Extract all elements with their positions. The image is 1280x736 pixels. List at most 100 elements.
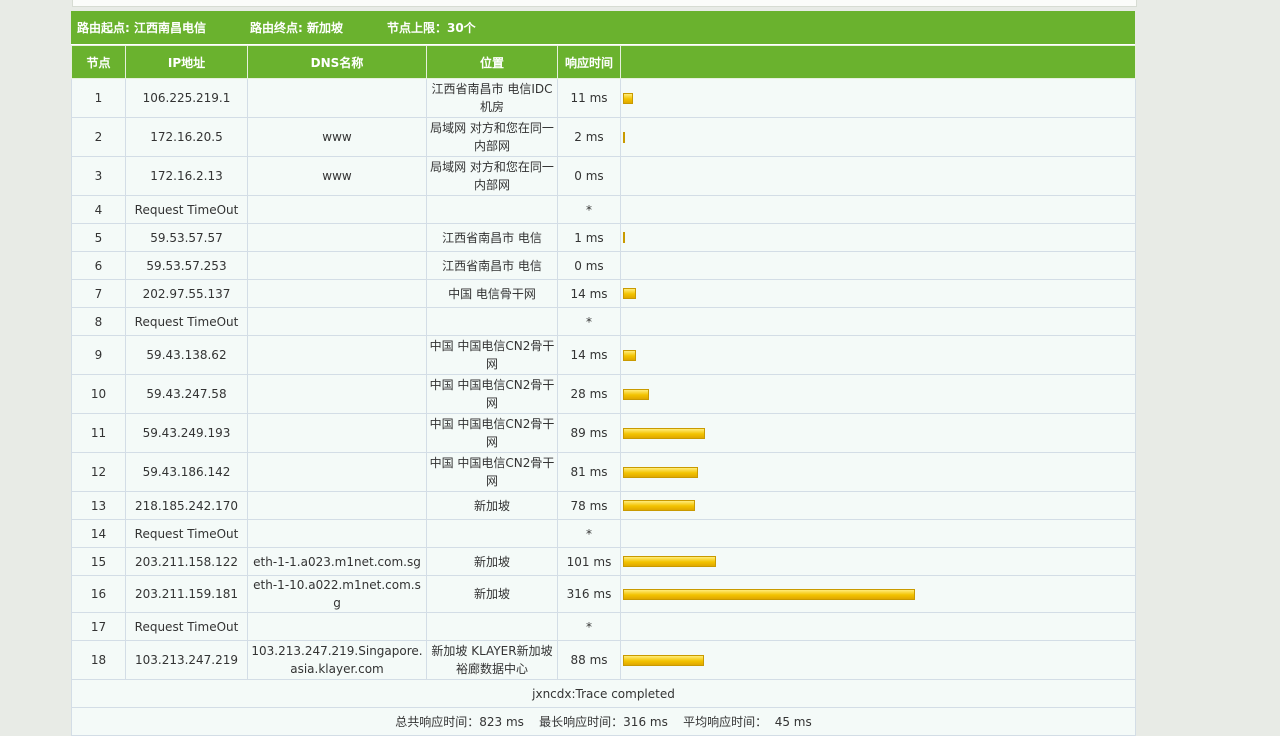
cell-location: 新加坡 [426,575,558,613]
cell-dns [247,413,427,453]
cell-ip: 202.97.55.137 [125,279,248,308]
cell-latency-bar [620,78,1136,118]
col-header-location: 位置 [426,45,558,79]
cell-dns: 103.213.247.219.Singapore.asia.klayer.co… [247,640,427,680]
table-row: 18 103.213.247.219 103.213.247.219.Singapo… [71,640,1136,680]
cell-dns [247,335,427,375]
cell-latency-bar [620,251,1136,280]
table-row: 6 59.53.57.253 江西省南昌市 电信 0 ms [71,251,1136,280]
cell-dns: eth-1-10.a022.m1net.com.sg [247,575,427,613]
cell-location [426,307,558,336]
cell-latency-bar [620,519,1136,548]
cell-location: 中国 电信骨干网 [426,279,558,308]
cell-node: 9 [71,335,126,375]
cell-location: 中国 中国电信CN2骨干网 [426,335,558,375]
cell-node: 17 [71,612,126,641]
cell-latency-bar [620,117,1136,157]
trace-status: jxncdx:Trace completed [71,679,1136,708]
cell-time: * [557,519,621,548]
table-row: 17 Request TimeOut * [71,612,1136,641]
cell-node: 3 [71,156,126,196]
cell-location: 江西省南昌市 电信 [426,223,558,252]
cell-location: 中国 中国电信CN2骨干网 [426,374,558,414]
col-header-ip: IP地址 [125,45,248,79]
previous-panel-edge [72,0,1137,7]
cell-dns [247,223,427,252]
cell-location: 局域网 对方和您在同一内部网 [426,117,558,157]
cell-node: 7 [71,279,126,308]
cell-latency-bar [620,223,1136,252]
table-row: 7 202.97.55.137 中国 电信骨干网 14 ms [71,279,1136,308]
table-header-row: 节点 IP地址 DNS名称 位置 响应时间 [71,45,1136,79]
cell-dns: www [247,117,427,157]
cell-latency-bar [620,640,1136,680]
cell-node: 6 [71,251,126,280]
cell-dns [247,251,427,280]
cell-latency-bar [620,156,1136,196]
cell-dns [247,279,427,308]
cell-dns: eth-1-1.a023.m1net.com.sg [247,547,427,576]
cell-time: 28 ms [557,374,621,414]
summary-row: 总共响应时间：823 ms 最长响应时间：316 ms 平均响应时间： 45 m… [71,707,1136,736]
table-row: 8 Request TimeOut * [71,307,1136,336]
response-summary: 总共响应时间：823 ms 最长响应时间：316 ms 平均响应时间： 45 m… [71,707,1136,736]
cell-node: 13 [71,491,126,520]
cell-location: 江西省南昌市 电信IDC机房 [426,78,558,118]
cell-dns [247,519,427,548]
cell-ip: 59.53.57.57 [125,223,248,252]
cell-ip: 218.185.242.170 [125,491,248,520]
cell-node: 16 [71,575,126,613]
cell-location: 中国 中国电信CN2骨干网 [426,452,558,492]
cell-dns [247,452,427,492]
cell-latency-bar [620,452,1136,492]
cell-time: * [557,612,621,641]
route-destination: 路由终点: 新加坡 [249,21,343,35]
table-row: 11 59.43.249.193 中国 中国电信CN2骨干网 89 ms [71,413,1136,453]
cell-latency-bar [620,612,1136,641]
cell-ip: 203.211.158.122 [125,547,248,576]
cell-location [426,612,558,641]
node-limit: 节点上限：30个 [386,21,476,35]
latency-bar [623,92,633,104]
table-row: 15 203.211.158.122 eth-1-1.a023.m1net.com.… [71,547,1136,576]
cell-ip: Request TimeOut [125,195,248,224]
table-row: 14 Request TimeOut * [71,519,1136,548]
cell-dns: www [247,156,427,196]
table-row: 13 218.185.242.170 新加坡 78 ms [71,491,1136,520]
cell-location [426,519,558,548]
traceroute-table: 节点 IP地址 DNS名称 位置 响应时间 1 106.225.219.1 江西省南… [71,45,1136,736]
cell-dns [247,612,427,641]
table-row: 1 106.225.219.1 江西省南昌市 电信IDC机房 11 ms [71,78,1136,118]
col-header-node: 节点 [71,45,126,79]
cell-node: 15 [71,547,126,576]
latency-bar [623,349,636,361]
cell-time: 101 ms [557,547,621,576]
cell-dns [247,78,427,118]
cell-node: 18 [71,640,126,680]
latency-bar [623,131,625,143]
cell-latency-bar [620,374,1136,414]
table-row: 16 203.211.159.181 eth-1-10.a022.m1net.com… [71,575,1136,613]
cell-location: 新加坡 KLAYER新加坡裕廊数据中心 [426,640,558,680]
cell-node: 12 [71,452,126,492]
cell-ip: 203.211.159.181 [125,575,248,613]
cell-latency-bar [620,547,1136,576]
latency-bar [623,388,649,400]
cell-dns [247,491,427,520]
cell-location: 江西省南昌市 电信 [426,251,558,280]
cell-time: 0 ms [557,156,621,196]
cell-dns [247,307,427,336]
cell-location: 中国 中国电信CN2骨干网 [426,413,558,453]
cell-time: 81 ms [557,452,621,492]
table-row: 10 59.43.247.58 中国 中国电信CN2骨干网 28 ms [71,374,1136,414]
cell-latency-bar [620,491,1136,520]
cell-latency-bar [620,279,1136,308]
cell-latency-bar [620,307,1136,336]
cell-ip: Request TimeOut [125,612,248,641]
latency-bar [623,500,695,511]
cell-ip: 59.43.138.62 [125,335,248,375]
cell-ip: Request TimeOut [125,519,248,548]
cell-node: 14 [71,519,126,548]
cell-time: 2 ms [557,117,621,157]
cell-ip: 59.43.186.142 [125,452,248,492]
